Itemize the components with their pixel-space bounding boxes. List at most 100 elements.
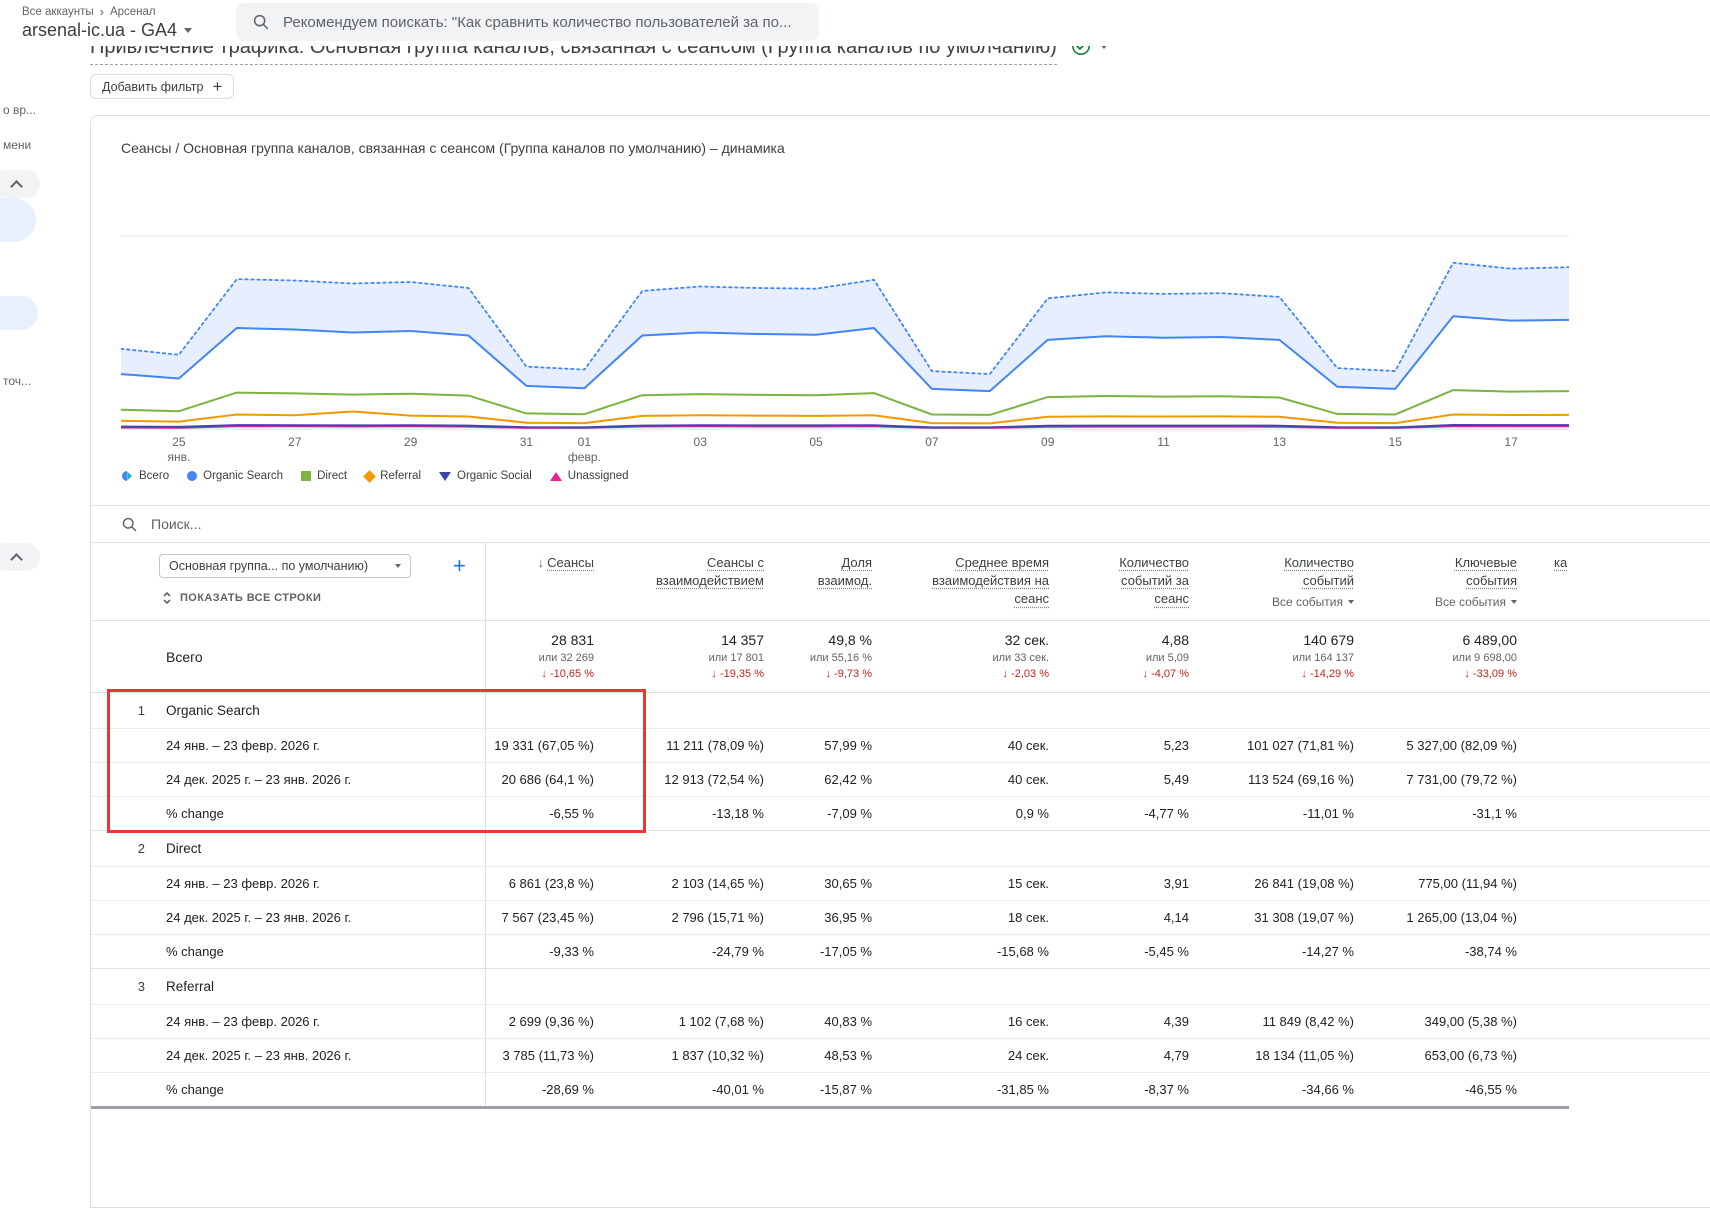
event-filter-dropdown[interactable]: Все события: [1272, 595, 1354, 609]
metric-cell: 36,95 %: [824, 910, 872, 925]
ga4-analytics-app: Все аккаунты › Арсенал arsenal-ic.ua - G…: [0, 0, 1710, 1208]
period-label: 24 дек. 2025 г. – 23 янв. 2026 г.: [166, 772, 352, 787]
metric-cell: 5,23: [1163, 738, 1189, 753]
x-axis-tick: февр.: [568, 450, 601, 464]
nav-item-fragment[interactable]: точ...: [3, 374, 31, 388]
legend-item-direct[interactable]: Direct: [301, 470, 347, 482]
column-header-key-events[interactable]: Ключевые события Все события: [1361, 543, 1524, 620]
metric-cell: 1 837 (10,32 %): [671, 1048, 764, 1063]
horizontal-scrollbar[interactable]: [91, 1106, 1569, 1109]
dimension-cell: 1 Organic Search: [91, 693, 486, 728]
table-row[interactable]: 3 Referral: [91, 968, 1710, 1004]
column-header-cut[interactable]: ка: [1524, 543, 1710, 620]
dimension-cell: 2 Direct: [91, 831, 486, 866]
breadcrumb-all-accounts[interactable]: Все аккаунты: [22, 6, 94, 18]
metric-cell: 40,83 %: [824, 1014, 872, 1029]
circle-icon: [187, 471, 198, 481]
table-row[interactable]: % change -28,69 % -40,01 % -15,87 % -31,85 %…: [91, 1072, 1710, 1106]
totals-cell: 49,8 % или 55,16 % ↓ -9,73 %: [809, 632, 872, 680]
table-row[interactable]: 2 Direct: [91, 830, 1710, 866]
column-header-engaged-sessions[interactable]: Сеансы с взаимодействием: [601, 543, 771, 620]
channel-group-organic-search: 1 Organic Search 24 янв. – 23 февр. 2026 г…: [91, 692, 1710, 830]
table-row[interactable]: 24 янв. – 23 февр. 2026 г. 19 331 (67,05 …: [91, 728, 1710, 762]
chevron-up-icon: [9, 552, 23, 566]
table-search-input[interactable]: [151, 516, 1710, 532]
down-arrow-icon: ↓: [1464, 668, 1473, 680]
top-bar: Все аккаунты › Арсенал arsenal-ic.ua - G…: [0, 0, 1710, 46]
metric-cell: -11,01 %: [1302, 806, 1354, 821]
global-search-input[interactable]: [283, 13, 803, 31]
column-header-avg-engagement-time[interactable]: Среднее время взаимодействия на сеанс: [879, 543, 1056, 620]
metric-cell: 2 103 (14,65 %): [671, 876, 764, 891]
metric-cell: -34,66 %: [1301, 1082, 1354, 1097]
down-arrow-icon: ↓: [1301, 668, 1310, 680]
metric-cell: 18 134 (11,05 %): [1255, 1048, 1354, 1063]
dimension-cell: 24 дек. 2025 г. – 23 янв. 2026 г.: [91, 901, 486, 934]
metric-cell: 775,00 (11,94 %): [1418, 876, 1517, 891]
table-search-bar[interactable]: [91, 505, 1710, 543]
collapse-section-button[interactable]: [0, 170, 40, 198]
key-event-filter-dropdown[interactable]: Все события: [1435, 595, 1517, 609]
x-axis-tick: янв.: [167, 450, 190, 464]
breadcrumb: Все аккаунты › Арсенал: [22, 5, 156, 18]
down-arrow-icon: ↓: [711, 668, 720, 680]
legend-item-unassigned[interactable]: Unassigned: [549, 470, 629, 482]
metric-cell: 5,49: [1163, 772, 1189, 787]
chart-title: Сеансы / Основная группа каналов, связан…: [121, 140, 785, 156]
table-row[interactable]: 24 янв. – 23 февр. 2026 г. 6 861 (23,8 %)…: [91, 866, 1710, 900]
table-row[interactable]: 24 янв. – 23 февр. 2026 г. 2 699 (9,36 %)…: [91, 1004, 1710, 1038]
metric-cell: -24,79 %: [711, 944, 764, 959]
totals-cell: 14 357 или 17 801 ↓ -19,35 %: [708, 632, 764, 680]
metric-cell: 2 699 (9,36 %): [508, 1014, 594, 1029]
column-header-engagement-rate[interactable]: Доля взаимод.: [771, 543, 879, 620]
legend-item-organic-search[interactable]: Organic Search: [187, 470, 283, 482]
table-row[interactable]: 24 дек. 2025 г. – 23 янв. 2026 г. 3 785 (…: [91, 1038, 1710, 1072]
table-row[interactable]: % change -9,33 % -24,79 % -17,05 % -15,68 % -…: [91, 934, 1710, 968]
show-all-rows-button[interactable]: ПОКАЗАТЬ ВСЕ СТРОКИ: [161, 591, 321, 605]
metric-cell: 12 913 (72,54 %): [664, 772, 764, 787]
totals-cell: 32 сек. или 33 сек. ↓ -2,03 %: [992, 632, 1049, 680]
chevron-down-icon: [395, 564, 401, 568]
dimension-dropdown[interactable]: Основная группа... по умолчанию): [159, 554, 411, 578]
add-filter-button[interactable]: Добавить фильтр +: [90, 74, 235, 99]
legend-label: Direct: [317, 470, 348, 482]
legend-item-total[interactable]: Всего: [121, 470, 169, 482]
property-selector[interactable]: arsenal-ic.ua - GA4: [22, 20, 193, 41]
collapse-section-button[interactable]: [0, 543, 40, 571]
totals-cell: 140 679 или 164 137 ↓ -14,29 %: [1292, 632, 1354, 680]
metric-cell: -7,09 %: [827, 806, 872, 821]
metric-cell: 20 686 (64,1 %): [501, 772, 594, 787]
table-row[interactable]: 24 дек. 2025 г. – 23 янв. 2026 г. 20 686 …: [91, 762, 1710, 796]
metric-cell: 31 308 (19,07 %): [1254, 910, 1354, 925]
global-search-bar[interactable]: [236, 3, 819, 41]
metric-cell: -9,33 %: [549, 944, 594, 959]
down-arrow-icon: ↓: [825, 668, 835, 680]
x-axis-tick: 01: [578, 435, 592, 449]
nav-item-fragment[interactable]: о вр...: [3, 103, 36, 117]
trend-chart[interactable]: 25 янв. 27 29 31 01 февр. 03 05 07 09 11 13 15 17: [120, 156, 1570, 466]
column-header-event-count[interactable]: Количество событий Все события: [1196, 543, 1361, 620]
breadcrumb-account[interactable]: Арсенал: [110, 6, 156, 18]
active-nav-highlight[interactable]: [0, 296, 38, 330]
metric-cell: 1 265,00 (13,04 %): [1406, 910, 1517, 925]
legend-item-organic-social[interactable]: Organic Social: [439, 470, 532, 482]
dimension-cell: % change: [91, 935, 486, 968]
table-body: 1 Organic Search 24 янв. – 23 февр. 2026 г…: [91, 692, 1710, 1106]
dimension-cell: % change: [91, 797, 486, 830]
nav-item-fragment[interactable]: мени: [3, 138, 31, 152]
active-nav-highlight[interactable]: [0, 198, 36, 242]
table-row[interactable]: % change -6,55 % -13,18 % -7,09 % 0,9 % -4,77…: [91, 796, 1710, 830]
period-label: 24 дек. 2025 г. – 23 янв. 2026 г.: [166, 910, 352, 925]
metric-cell: 16 сек.: [1007, 1014, 1049, 1029]
channel-name: Organic Search: [166, 703, 260, 718]
dimension-header-cell: Основная группа... по умолчанию) + ПОКАЗ…: [91, 543, 486, 620]
x-axis-tick: 05: [809, 435, 823, 449]
column-header-sessions[interactable]: ↓ Сеансы: [486, 543, 601, 620]
table-row[interactable]: 24 дек. 2025 г. – 23 янв. 2026 г. 7 567 (…: [91, 900, 1710, 934]
add-dimension-button[interactable]: +: [453, 555, 466, 577]
table-row[interactable]: 1 Organic Search: [91, 692, 1710, 728]
search-icon: [122, 517, 137, 531]
column-header-events-per-session[interactable]: Количество событий за сеанс: [1056, 543, 1196, 620]
legend-item-referral[interactable]: Referral: [363, 469, 421, 483]
metric-cell: -15,68 %: [996, 944, 1049, 959]
